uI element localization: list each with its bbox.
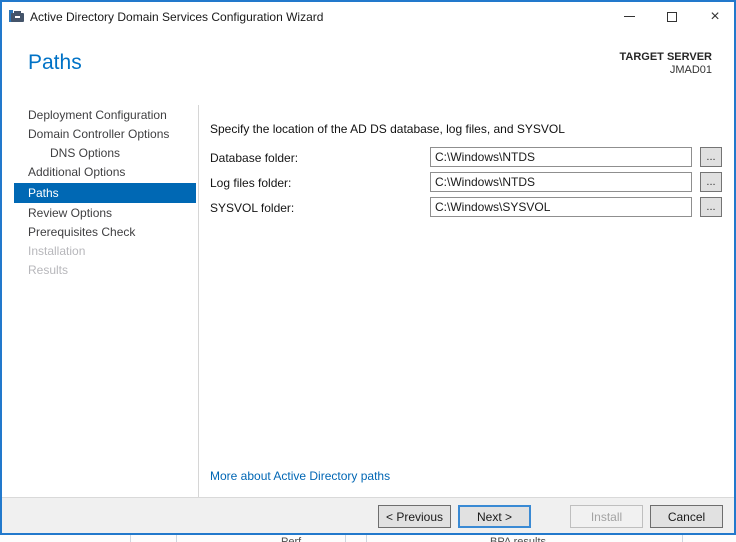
next-button[interactable]: Next >: [458, 505, 531, 528]
target-server-label: TARGET SERVER: [619, 51, 713, 63]
background-partial-text: BPA results: [490, 536, 547, 542]
cancel-button[interactable]: Cancel: [650, 505, 723, 528]
wizard-app-icon: [9, 10, 24, 22]
sidebar-item-paths[interactable]: Paths: [14, 183, 196, 203]
screen: { "window": { "title": "Active Directory…: [0, 0, 736, 542]
log-files-folder-browse-button[interactable]: ...: [700, 172, 722, 192]
sidebar-item-deployment-configuration[interactable]: Deployment Configuration: [14, 106, 196, 125]
background-column-divider: [682, 535, 683, 542]
window-title: Active Directory Domain Services Configu…: [30, 10, 324, 24]
background-column-divider: [176, 535, 177, 542]
close-button[interactable]: ×: [698, 2, 732, 31]
maximize-icon: [667, 11, 677, 22]
more-about-paths-link[interactable]: More about Active Directory paths: [210, 469, 390, 483]
database-folder-input[interactable]: [430, 147, 692, 167]
log-files-folder-label: Log files folder:: [210, 176, 292, 190]
sidebar-item-domain-controller-options[interactable]: Domain Controller Options: [14, 125, 196, 144]
background-partial-text: Perf: [281, 536, 302, 542]
sysvol-folder-label: SYSVOL folder:: [210, 201, 295, 215]
sidebar-divider: [198, 105, 199, 497]
instruction-text: Specify the location of the AD DS databa…: [210, 122, 565, 136]
close-icon: ×: [710, 7, 720, 25]
database-folder-label: Database folder:: [210, 151, 299, 165]
maximize-button[interactable]: [655, 2, 689, 31]
background-column-divider: [366, 535, 367, 542]
page-title: Paths: [28, 51, 82, 74]
wizard-steps-sidebar: Deployment Configuration Domain Controll…: [14, 106, 196, 280]
sidebar-item-prerequisites-check[interactable]: Prerequisites Check: [14, 223, 196, 242]
sysvol-folder-browse-button[interactable]: ...: [700, 197, 722, 217]
previous-button[interactable]: < Previous: [378, 505, 451, 528]
sidebar-item-installation: Installation: [28, 244, 86, 258]
titlebar[interactable]: Active Directory Domain Services Configu…: [2, 2, 734, 31]
database-folder-browse-button[interactable]: ...: [700, 147, 722, 167]
sidebar-item-additional-options[interactable]: Additional Options: [14, 163, 196, 182]
target-server-name: JMAD01: [669, 64, 712, 76]
minimize-icon: [623, 16, 635, 17]
background-window-strip: Perf BPA results: [0, 535, 736, 542]
wizard-window: Active Directory Domain Services Configu…: [0, 0, 736, 535]
log-files-folder-input[interactable]: [430, 172, 692, 192]
sidebar-item-dns-options[interactable]: DNS Options: [14, 144, 196, 163]
sidebar-item-review-options[interactable]: Review Options: [14, 204, 196, 223]
background-column-divider: [130, 535, 131, 542]
target-server-block: TARGET SERVER JMAD01: [620, 51, 713, 77]
sidebar-item-results: Results: [28, 263, 69, 277]
sysvol-folder-input[interactable]: [430, 197, 692, 217]
install-button: Install: [570, 505, 643, 528]
minimize-button[interactable]: [612, 2, 646, 31]
footer-bar: < Previous Next > Install Cancel: [2, 497, 734, 533]
background-column-divider: [345, 535, 346, 542]
